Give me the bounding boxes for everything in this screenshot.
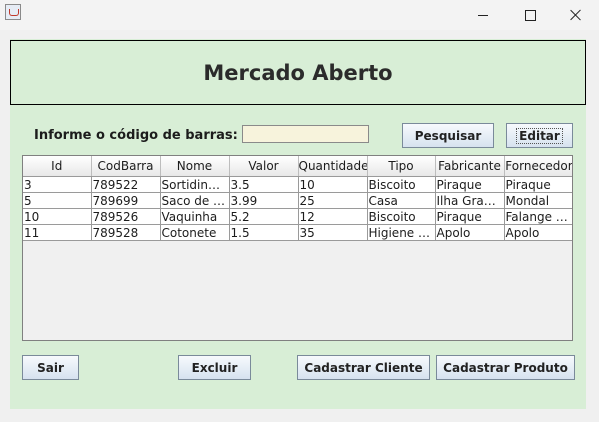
minimize-icon [478, 14, 488, 16]
table-cell: 5 [23, 192, 92, 209]
table-cell: 789526 [91, 208, 161, 225]
table-cell: Vaquinha [160, 208, 230, 225]
maximize-icon [524, 9, 536, 21]
table-cell: Piraque [435, 176, 505, 193]
barcode-label: Informe o código de barras: [34, 128, 238, 143]
column-header[interactable]: CodBarra [91, 156, 161, 177]
table-cell: Mondal [504, 192, 572, 209]
table-cell: Falange L... [504, 208, 573, 225]
table-cell: Apolo [504, 224, 572, 241]
editar-button[interactable]: Editar [506, 123, 573, 148]
table-cell: 11 [23, 224, 92, 241]
table-cell: Saco de li... [160, 192, 230, 209]
page-title: Mercado Aberto [203, 60, 393, 85]
table-cell: 789528 [91, 224, 161, 241]
table-cell: 35 [298, 224, 368, 241]
table-cell: Ilha Grande [435, 192, 505, 209]
column-header[interactable]: Quantidade [298, 156, 368, 177]
table-cell: Biscoito [367, 176, 436, 193]
table-cell: 5.2 [229, 208, 299, 225]
column-header[interactable]: Nome [160, 156, 230, 177]
table-cell: 10 [298, 176, 368, 193]
table-cell: Casa [367, 192, 436, 209]
table-cell: Piraque [435, 208, 505, 225]
table-row[interactable]: 11 789528 Cotonete 1.5 35 Higiene P... Apolo Ap… [23, 224, 572, 241]
column-header[interactable]: Id [23, 156, 92, 177]
minimize-button[interactable] [460, 0, 506, 30]
column-header[interactable]: Valor [229, 156, 299, 177]
column-header[interactable]: Fornecedor [504, 156, 572, 177]
cadastrar-produto-button[interactable]: Cadastrar Produto [436, 355, 575, 380]
pesquisar-button[interactable]: Pesquisar [402, 123, 494, 148]
table-row[interactable]: 5 789699 Saco de li... 3.99 25 Casa Ilha Grand… [23, 192, 572, 209]
column-header[interactable]: Fabricante [435, 156, 505, 177]
table-cell: 3.5 [229, 176, 299, 193]
table-cell: Cotonete [160, 224, 230, 241]
products-table[interactable]: Id CodBarra Nome Valor Quantidade Tipo Fabrica… [22, 155, 573, 341]
table-cell: Higiene P... [367, 224, 436, 241]
table-cell: 3.99 [229, 192, 299, 209]
main-panel: Mercado Aberto Informe o código de barra… [10, 39, 586, 409]
maximize-button[interactable] [507, 0, 553, 30]
table-cell: 25 [298, 192, 368, 209]
column-header[interactable]: Tipo [367, 156, 436, 177]
table-row[interactable]: 3 789522 Sortidinhos 3.5 10 Biscoito Piraque Pi… [23, 176, 572, 193]
table-cell: 789522 [91, 176, 161, 193]
table-cell: Piraque [504, 176, 572, 193]
table-cell: Sortidinhos [160, 176, 230, 193]
table-cell: 3 [23, 176, 92, 193]
header-panel: Mercado Aberto [10, 40, 586, 105]
barcode-input[interactable] [242, 125, 369, 143]
close-icon [570, 9, 582, 21]
excluir-button[interactable]: Excluir [178, 355, 251, 380]
table-header: Id CodBarra Nome Valor Quantidade Tipo Fabrica… [23, 156, 572, 177]
sair-button[interactable]: Sair [22, 355, 79, 380]
table-cell: Biscoito [367, 208, 436, 225]
table-cell: 12 [298, 208, 368, 225]
title-bar [0, 0, 599, 30]
table-cell: 10 [23, 208, 92, 225]
table-cell: Apolo [435, 224, 505, 241]
editar-button-label: Editar [516, 127, 563, 144]
cadastrar-cliente-button[interactable]: Cadastrar Cliente [297, 355, 430, 380]
close-button[interactable] [553, 0, 599, 30]
java-app-icon [5, 4, 21, 20]
table-cell: 1.5 [229, 224, 299, 241]
table-row[interactable]: 10 789526 Vaquinha 5.2 12 Biscoito Piraque Fala… [23, 208, 573, 225]
table-cell: 789699 [91, 192, 161, 209]
table-body: 3 789522 Sortidinhos 3.5 10 Biscoito Piraque Pi… [23, 176, 573, 241]
